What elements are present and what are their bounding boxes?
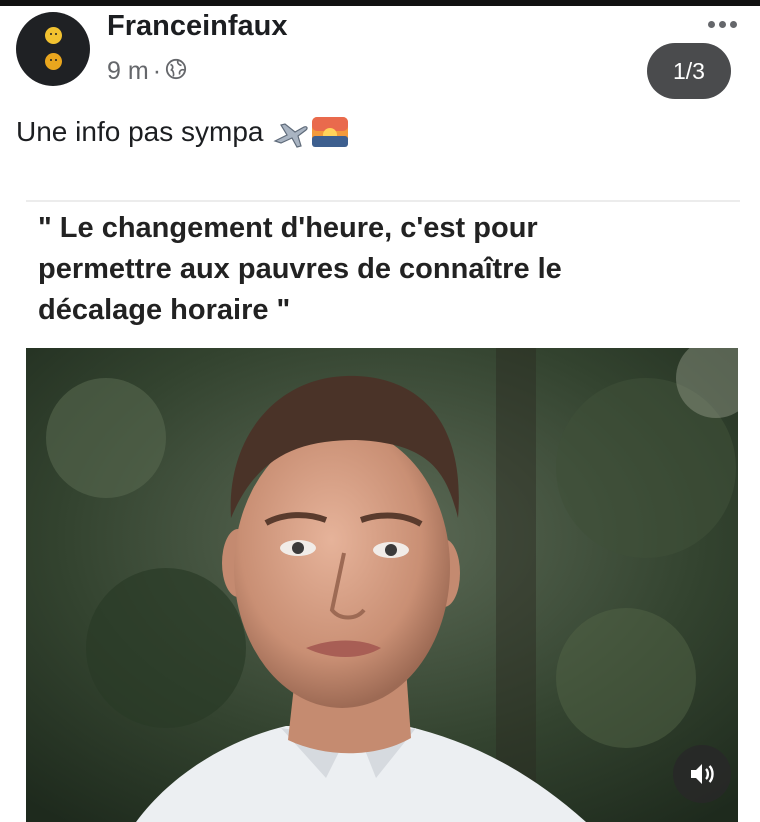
post-meta: 9 m · bbox=[107, 56, 187, 86]
quote-card[interactable]: " Le changement d'heure, c'est pour perm… bbox=[26, 200, 740, 822]
page-indicator[interactable]: 1/3 bbox=[647, 43, 731, 99]
speaker-icon bbox=[691, 764, 714, 784]
more-options-button[interactable] bbox=[703, 14, 741, 34]
post-caption: Une info pas sympa bbox=[16, 112, 349, 152]
photo-illustration bbox=[26, 348, 738, 822]
quote-line: décalage horaire " bbox=[38, 294, 291, 326]
page-name[interactable]: Franceinfaux bbox=[107, 10, 288, 43]
avatar-smiley-bottom bbox=[45, 53, 62, 70]
card-divider bbox=[26, 200, 740, 202]
airplane-icon bbox=[273, 123, 309, 148]
ellipsis-dot bbox=[729, 20, 737, 28]
post-photo[interactable] bbox=[26, 348, 738, 822]
globe-icon bbox=[165, 58, 187, 85]
sunset-icon bbox=[312, 117, 349, 147]
caption-text: Une info pas sympa bbox=[16, 116, 264, 147]
ellipsis-dot bbox=[718, 20, 726, 28]
avatar[interactable] bbox=[16, 12, 90, 86]
avatar-smiley-top bbox=[45, 27, 62, 44]
caption-emojis bbox=[271, 115, 349, 149]
post-header: Franceinfaux 9 m · 1/3 bbox=[0, 6, 760, 106]
meta-separator: · bbox=[152, 56, 162, 85]
post-time[interactable]: 9 m bbox=[107, 57, 149, 86]
ellipsis-icon bbox=[707, 20, 715, 28]
quote-line: permettre aux pauvres de connaître le bbox=[38, 253, 562, 285]
quote-text: " Le changement d'heure, c'est pour perm… bbox=[38, 208, 728, 331]
sound-toggle-button[interactable] bbox=[673, 745, 731, 803]
quote-line: " Le changement d'heure, c'est pour bbox=[38, 212, 538, 244]
